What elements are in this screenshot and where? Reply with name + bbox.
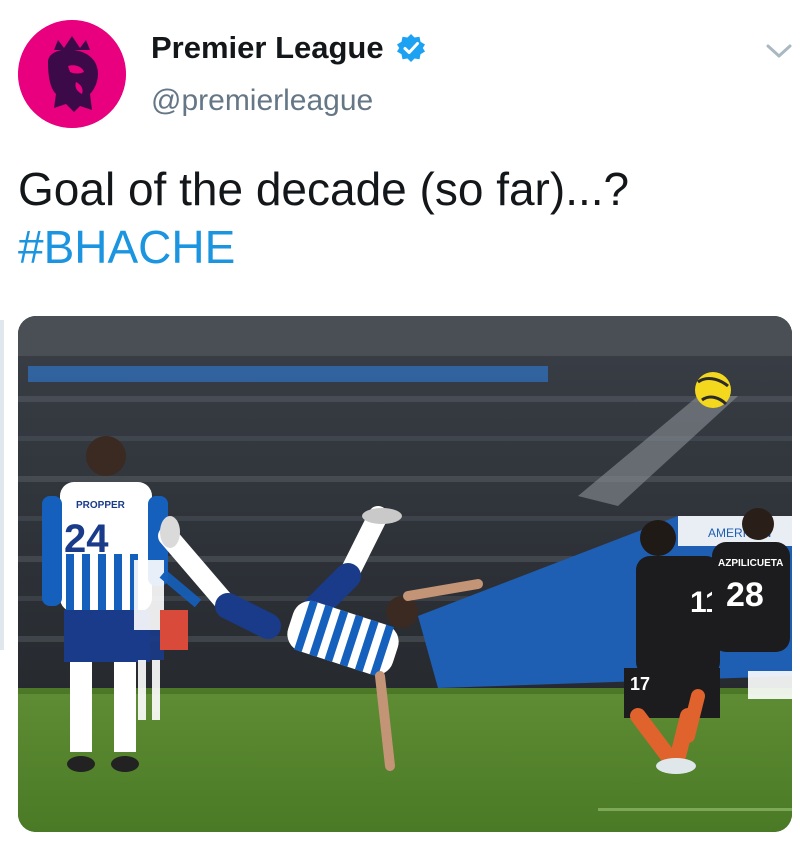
staff-member	[160, 610, 188, 650]
author-name-row[interactable]: Premier League	[151, 30, 426, 66]
tweet-body: Goal of the decade (so far)...?	[18, 163, 630, 215]
side-edge	[0, 320, 4, 650]
avatar[interactable]	[18, 20, 126, 128]
player-28-number: 28	[726, 576, 764, 614]
author-handle[interactable]: @premierleague	[151, 84, 373, 118]
football-ball	[695, 372, 731, 408]
tweet-media-photo[interactable]: AMERICAN PROPPER 24 17 11 AZPILICUETA 28	[18, 316, 792, 832]
player-24-name: PROPPER	[76, 500, 126, 511]
player-28-name: AZPILICUETA	[718, 558, 783, 569]
football-photo: AMERICAN PROPPER 24 17 11 AZPILICUETA 28	[18, 316, 792, 832]
author-name[interactable]: Premier League	[151, 30, 384, 66]
player-24-number: 24	[64, 517, 109, 561]
chevron-down-icon[interactable]	[764, 40, 794, 62]
player-17-number: 17	[630, 674, 650, 694]
premier-league-lion-logo	[18, 20, 126, 128]
tweet-text: Goal of the decade (so far)...? #BHACHE	[18, 160, 778, 276]
verified-badge-icon	[396, 33, 426, 63]
hashtag-link[interactable]: #BHACHE	[18, 218, 778, 276]
